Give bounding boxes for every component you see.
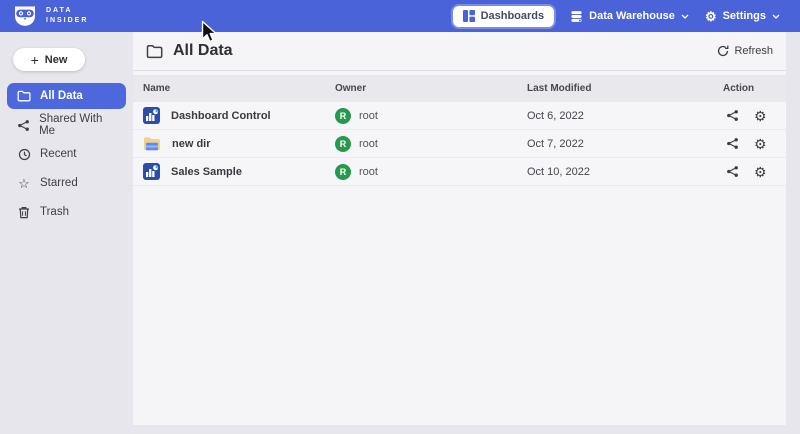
folder-icon <box>17 90 31 102</box>
file-name: Sales Sample <box>171 166 242 178</box>
refresh-icon <box>717 45 729 57</box>
new-button[interactable]: + New <box>13 48 85 71</box>
main-content: All Data Refresh Name Owner Last Modifie… <box>133 32 786 425</box>
chevron-down-icon <box>772 14 780 19</box>
owner-avatar: R <box>335 136 351 152</box>
last-modified-date: Oct 6, 2022 <box>527 110 723 122</box>
sidebar-item-recent[interactable]: Recent <box>7 141 126 167</box>
sidebar-item-label: Starred <box>40 177 78 189</box>
owl-logo-icon <box>12 5 38 27</box>
owner-avatar: R <box>335 108 351 124</box>
trash-icon <box>17 206 31 219</box>
owner-name: root <box>359 166 378 178</box>
data-warehouse-label: Data Warehouse <box>589 10 675 22</box>
gear-icon[interactable]: ⚙ <box>754 109 767 123</box>
files-table: Name Owner Last Modified Action D <box>133 75 786 186</box>
sidebar-item-trash[interactable]: Trash <box>7 199 126 225</box>
sidebar-item-starred[interactable]: ☆ Starred <box>7 170 126 196</box>
new-button-label: New <box>45 54 68 66</box>
share-icon[interactable] <box>726 137 739 150</box>
sidebar-nav: All Data Shared With Me Recent ☆ St <box>0 83 133 225</box>
gear-icon[interactable]: ⚙ <box>754 137 767 151</box>
gear-icon[interactable]: ⚙ <box>754 165 767 179</box>
content-header: All Data Refresh <box>133 32 786 71</box>
page-title: All Data <box>146 42 233 60</box>
clock-icon <box>17 148 31 161</box>
refresh-button[interactable]: Refresh <box>717 45 773 57</box>
last-modified-date: Oct 10, 2022 <box>527 166 723 178</box>
page-title-text: All Data <box>173 42 233 60</box>
sidebar: + New All Data Shared With Me <box>0 32 133 434</box>
navbar-actions: Dashboards Data Warehouse ⚙ Settings <box>453 6 780 27</box>
file-name: new dir <box>172 138 211 150</box>
dashboards-label: Dashboards <box>481 10 545 22</box>
share-icon[interactable] <box>726 109 739 122</box>
table-row[interactable]: Dashboard Control R root Oct 6, 2022 ⚙ <box>133 102 786 130</box>
dashboard-grid-icon <box>463 10 475 22</box>
settings-label: Settings <box>723 10 766 22</box>
star-icon: ☆ <box>17 177 31 190</box>
sidebar-item-label: Trash <box>40 206 69 218</box>
chevron-down-icon <box>681 14 689 19</box>
column-header-action: Action <box>723 83 786 94</box>
sidebar-item-label: Shared With Me <box>39 113 116 137</box>
data-warehouse-menu[interactable]: Data Warehouse <box>570 10 689 23</box>
table-header-row: Name Owner Last Modified Action <box>133 75 786 102</box>
share-icon[interactable] <box>726 165 739 178</box>
database-icon <box>570 10 583 23</box>
dashboards-button[interactable]: Dashboards <box>453 6 555 27</box>
column-header-last-modified: Last Modified <box>527 83 723 94</box>
settings-menu[interactable]: ⚙ Settings <box>705 10 780 23</box>
folder-outline-icon <box>146 44 163 59</box>
brand-name: DATA INSIDER <box>46 6 88 26</box>
table-row[interactable]: Sales Sample R root Oct 10, 2022 ⚙ <box>133 158 786 186</box>
file-name: Dashboard Control <box>171 110 271 122</box>
top-navbar: DATA INSIDER Dashboards <box>0 0 800 32</box>
table-row[interactable]: new dir R root Oct 7, 2022 ⚙ <box>133 130 786 158</box>
sidebar-item-shared-with-me[interactable]: Shared With Me <box>7 112 126 138</box>
folder-image-icon <box>143 136 161 152</box>
dashboard-file-icon <box>143 107 160 124</box>
last-modified-date: Oct 7, 2022 <box>527 138 723 150</box>
gear-icon: ⚙ <box>705 10 717 23</box>
owner-name: root <box>359 138 378 150</box>
plus-icon: + <box>31 53 39 67</box>
owner-avatar: R <box>335 164 351 180</box>
refresh-label: Refresh <box>734 45 773 57</box>
sidebar-item-label: All Data <box>40 90 83 102</box>
sidebar-item-label: Recent <box>40 148 76 160</box>
brand-logo: DATA INSIDER <box>12 5 88 27</box>
dashboard-file-icon <box>143 163 160 180</box>
sidebar-item-all-data[interactable]: All Data <box>7 83 126 109</box>
column-header-name: Name <box>143 83 335 94</box>
share-icon <box>17 119 30 132</box>
column-header-owner: Owner <box>335 83 527 94</box>
owner-name: root <box>359 110 378 122</box>
